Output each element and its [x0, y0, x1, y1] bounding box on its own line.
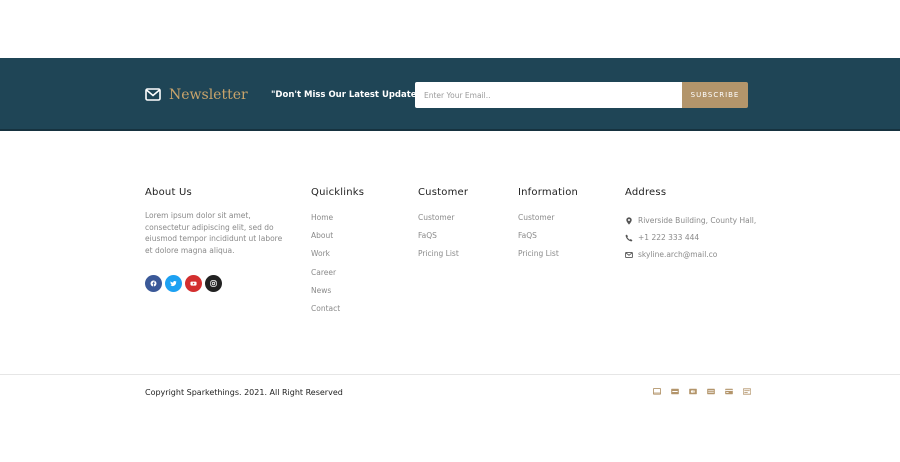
envelope-icon — [145, 88, 161, 101]
newsletter-brand: Newsletter — [145, 58, 248, 131]
quicklink-news[interactable]: News — [311, 286, 364, 304]
address-column: Address Riverside Building, County Hall,… — [625, 187, 756, 264]
about-text: Lorem ipsum dolor sit amet, consectetur … — [145, 211, 283, 255]
address-location-text: Riverside Building, County Hall, — [638, 216, 757, 226]
newsletter-title: Newsletter — [169, 86, 248, 103]
about-column: About Us Lorem ipsum dolor sit amet, con… — [145, 187, 287, 292]
customer-heading: Customer — [418, 187, 469, 198]
subscribe-button[interactable]: SUBSCRIBE — [682, 82, 748, 108]
quicklink-career[interactable]: Career — [311, 268, 364, 286]
paypal-icon — [743, 388, 751, 395]
information-link-faqs[interactable]: FaQS — [518, 231, 578, 249]
quicklink-home[interactable]: Home — [311, 213, 364, 231]
quicklink-about[interactable]: About — [311, 231, 364, 249]
customer-link-pricing[interactable]: Pricing List — [418, 249, 468, 267]
address-phone: +1 222 333 444 — [625, 229, 756, 246]
phone-icon — [625, 234, 633, 242]
newsletter-form: SUBSCRIBE — [415, 82, 748, 108]
information-column: Information Customer FaQS Pricing List — [518, 187, 578, 268]
mastercard-icon — [689, 388, 697, 395]
youtube-button[interactable] — [185, 275, 202, 292]
social-links — [145, 275, 287, 292]
payment-icons — [653, 388, 751, 395]
information-list: Customer FaQS Pricing List — [518, 213, 578, 268]
instagram-button[interactable] — [205, 275, 222, 292]
customer-list: Customer FaQS Pricing List — [418, 213, 468, 268]
address-location: Riverside Building, County Hall, — [625, 212, 756, 229]
information-heading: Information — [518, 187, 579, 198]
footer-divider — [0, 374, 900, 375]
address-email-text: skyline.arch@mail.co — [638, 250, 718, 260]
newsletter-band: Newsletter "Don't Miss Our Latest Update… — [0, 58, 900, 131]
information-link-pricing[interactable]: Pricing List — [518, 249, 578, 267]
instagram-icon — [210, 280, 217, 287]
customer-link-faqs[interactable]: FaQS — [418, 231, 468, 249]
facebook-icon — [150, 280, 157, 287]
quicklinks-column: Quicklinks Home About Work Career News C… — [311, 187, 364, 322]
amex-icon — [707, 388, 715, 395]
address-heading: Address — [625, 187, 667, 198]
quicklink-contact[interactable]: Contact — [311, 304, 364, 322]
address-phone-text: +1 222 333 444 — [638, 233, 700, 243]
customer-link-customer[interactable]: Customer — [418, 213, 468, 231]
address-email: skyline.arch@mail.co — [625, 246, 756, 263]
newsletter-email-input[interactable] — [415, 82, 682, 108]
map-pin-icon — [626, 216, 632, 225]
twitter-icon — [170, 280, 177, 287]
envelope-icon — [625, 251, 633, 259]
copyright-text: Copyright Sparkethings. 2021. All Right … — [145, 388, 343, 397]
quicklink-work[interactable]: Work — [311, 249, 364, 267]
address-list: Riverside Building, County Hall, +1 222 … — [625, 212, 756, 264]
discover-icon — [725, 388, 733, 395]
newsletter-tagline: "Don't Miss Our Latest Update — [271, 89, 417, 100]
quicklinks-list: Home About Work Career News Contact — [311, 213, 364, 322]
quicklinks-heading: Quicklinks — [311, 187, 365, 198]
facebook-button[interactable] — [145, 275, 162, 292]
card-icon — [653, 388, 661, 395]
visa-icon — [671, 388, 679, 395]
information-link-customer[interactable]: Customer — [518, 213, 578, 231]
customer-column: Customer Customer FaQS Pricing List — [418, 187, 468, 268]
about-heading: About Us — [145, 187, 192, 198]
youtube-icon — [190, 281, 197, 286]
twitter-button[interactable] — [165, 275, 182, 292]
